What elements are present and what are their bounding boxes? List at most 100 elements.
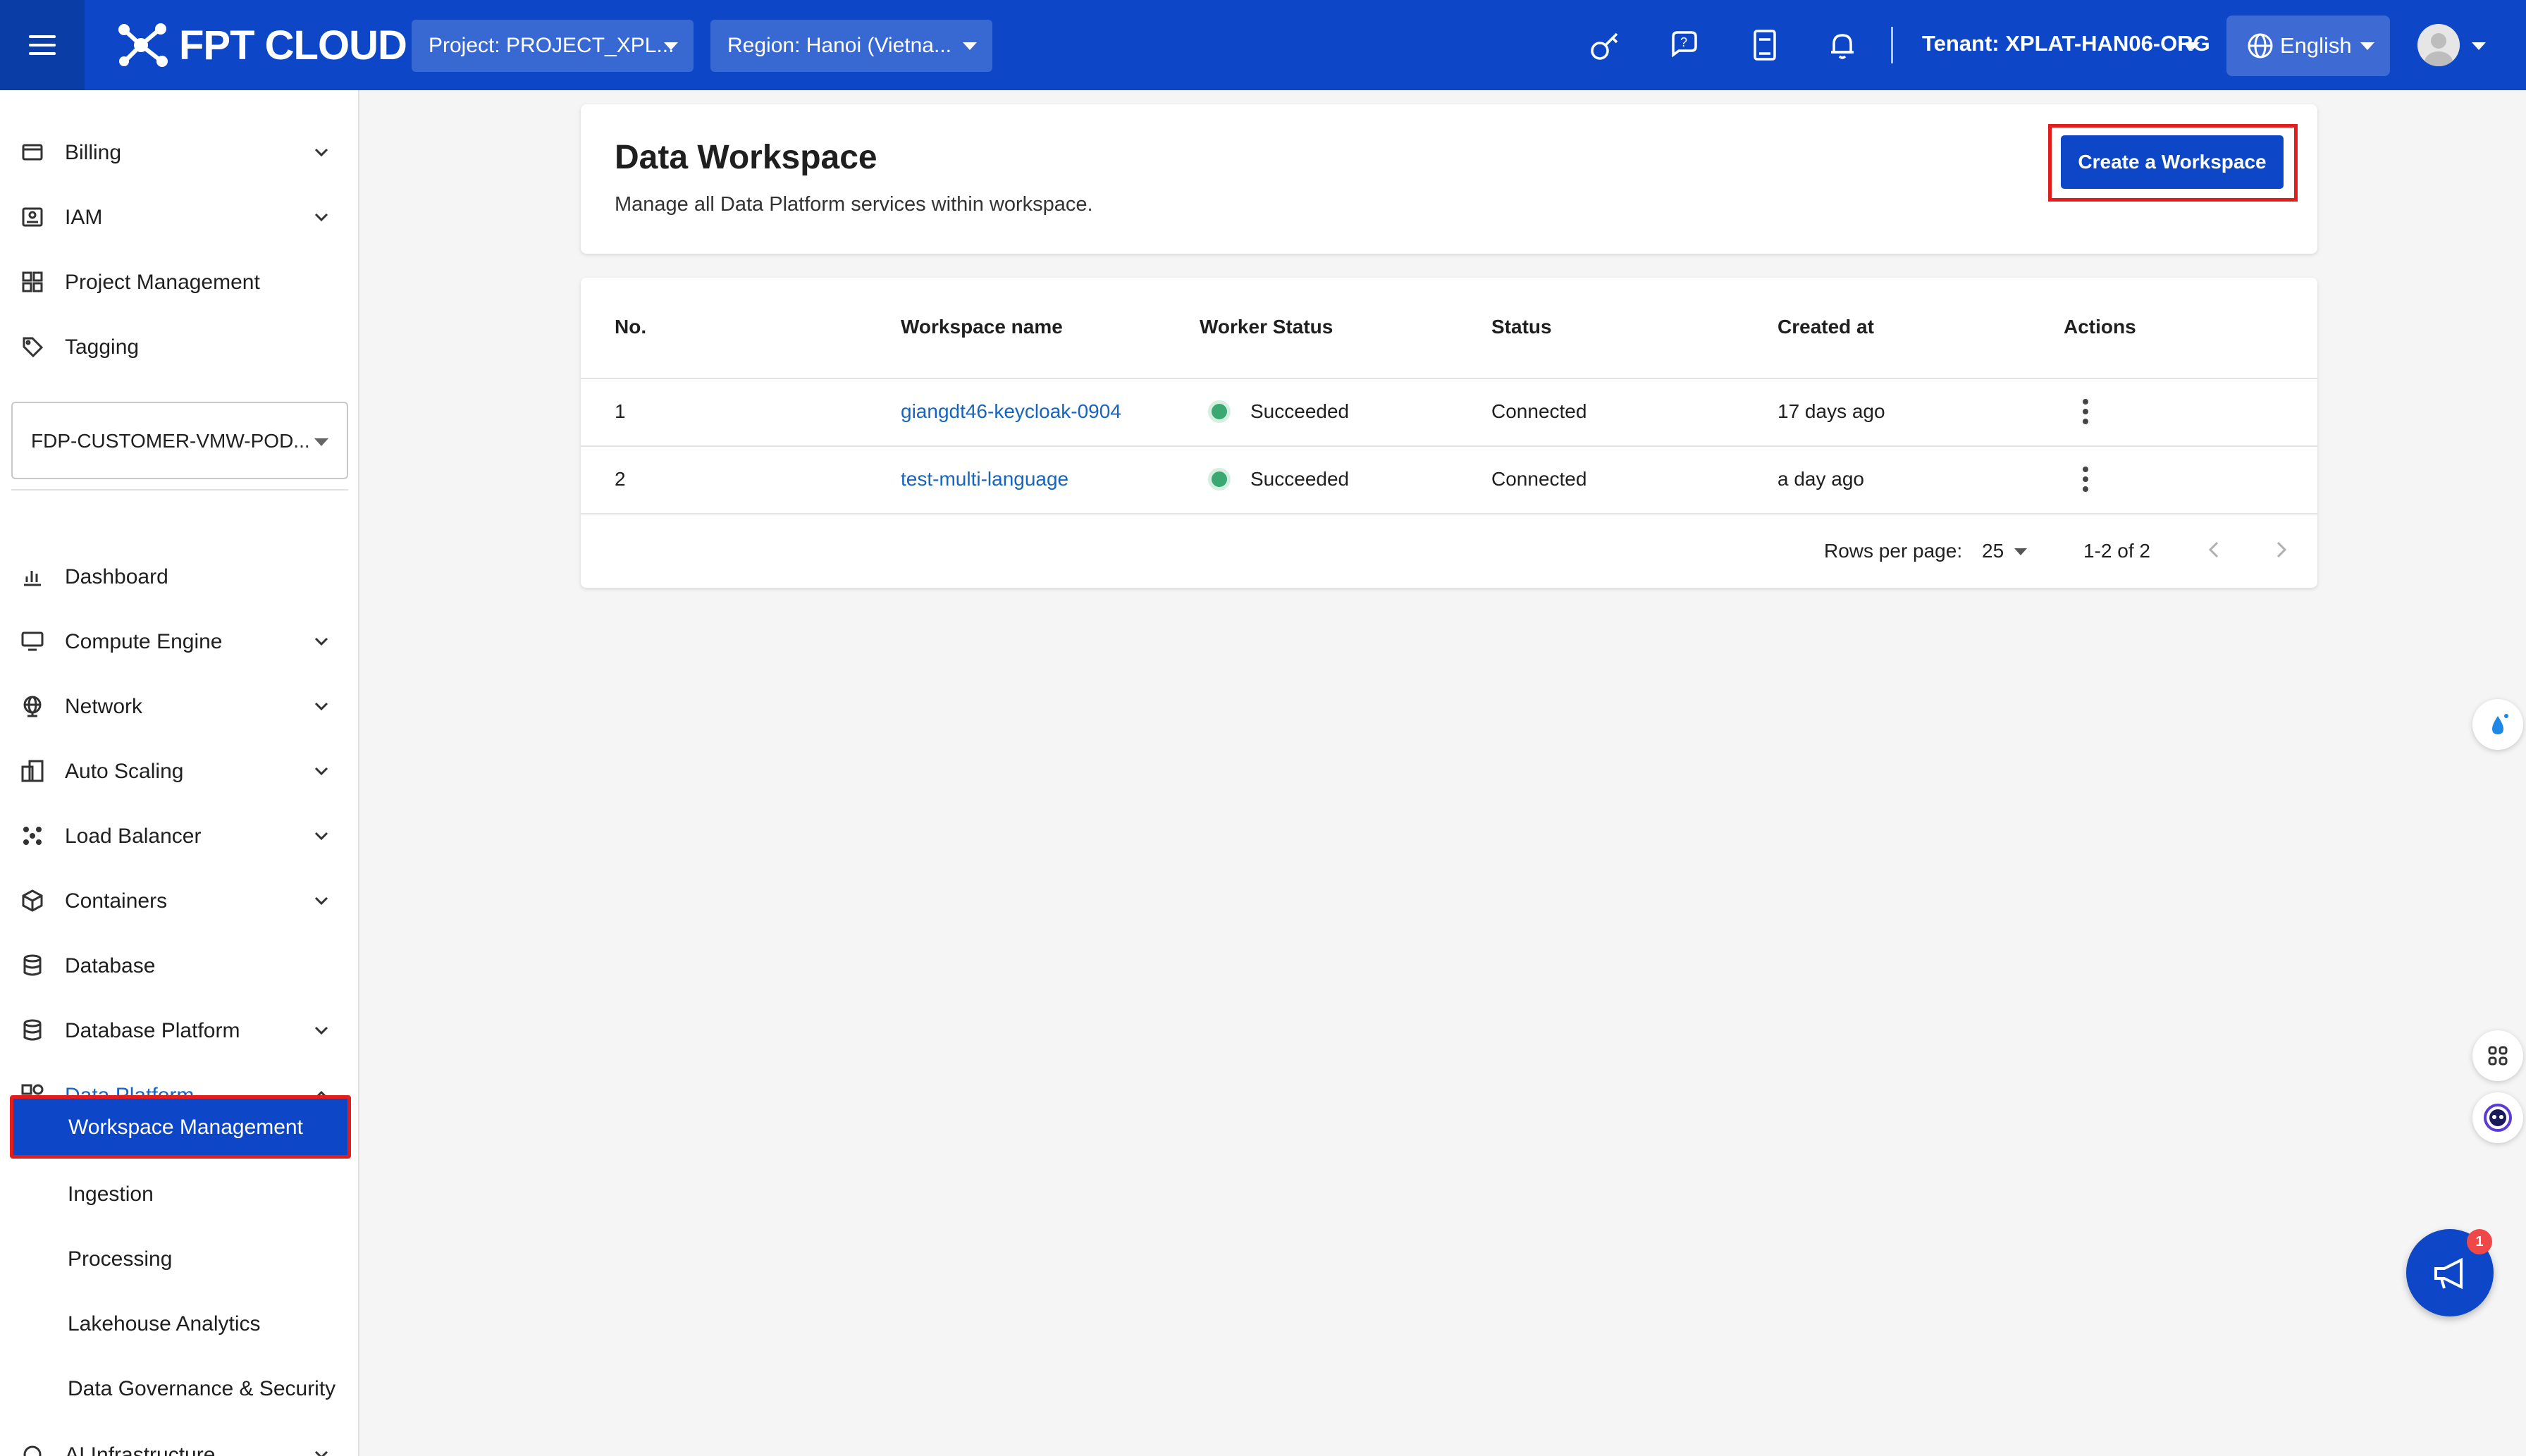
caret-down-icon[interactable] [2014,548,2027,555]
scaling-icon [21,760,44,782]
sidebar-item-label: Workspace Management [68,1116,303,1139]
iam-icon [22,207,43,227]
column-header-status: Status [1491,316,1552,338]
sidebar-item-network[interactable]: Network [0,678,358,734]
workspace-name-link[interactable]: test-multi-language [901,468,1068,491]
sidebar-item-processing[interactable]: Processing [10,1228,351,1291]
menu-button[interactable] [0,0,85,90]
sidebar-item-label: Data Governance & Security [68,1377,336,1400]
chevron-down-icon [314,767,328,776]
page-subtitle: Manage all Data Platform services within… [615,193,1093,216]
sidebar-item-tagging[interactable]: Tagging [0,319,358,375]
sidebar-item-billing[interactable]: Billing [0,124,358,180]
sidebar-item-lakehouse-analytics[interactable]: Lakehouse Analytics [10,1292,351,1356]
user-avatar[interactable] [2417,24,2460,66]
sidebar-item-data-governance-security[interactable]: Data Governance & Security [10,1357,351,1421]
chevron-down-icon [314,1026,328,1035]
sidebar-item-database-platform[interactable]: Database Platform [0,1002,358,1059]
created-at-text: 17 days ago [1778,400,1885,422]
sidebar-divider [11,489,348,491]
status-text: Connected [1491,400,1587,422]
sidebar-item-label: Project Management [65,271,260,294]
language-value: English [2280,33,2352,58]
pagination-range: 1-2 of 2 [2083,540,2150,562]
table-divider [581,445,2317,447]
notification-badge: 1 [2467,1229,2492,1254]
region-select-value: Region: Hanoi (Vietna... [727,34,951,57]
more-actions-icon[interactable] [2081,399,2090,424]
sidebar-item-label: Compute Engine [65,630,223,653]
sidebar-item-label: Tagging [65,335,140,359]
caret-down-icon [963,42,977,50]
sidebar-item-load-balancer[interactable]: Load Balancer [0,808,358,864]
apps-icon [2488,1046,2508,1066]
table-cell-no: 2 [615,468,626,490]
svg-text:?: ? [1680,35,1687,49]
sidebar-item-database[interactable]: Database [0,937,358,994]
apps-grid-button[interactable] [2472,1030,2523,1081]
create-workspace-button[interactable]: Create a Workspace [2061,135,2284,189]
tenant-selector[interactable]: Tenant: XPLAT-HAN06-ORG [1922,31,2210,56]
sidebar-item-containers[interactable]: Containers [0,872,358,929]
sidebar-item-auto-scaling[interactable]: Auto Scaling [0,743,358,799]
page-title: Data Workspace [615,139,877,176]
caret-down-icon [314,438,328,446]
sidebar-item-label: Database Platform [65,1019,240,1042]
ai-sparkle-button[interactable] [2472,699,2523,750]
project-select[interactable]: Project: PROJECT_XPL... [412,20,694,72]
document-icon[interactable] [1748,28,1782,62]
support-chat-icon[interactable]: ? [1668,28,1701,62]
sidebar-item-label: Load Balancer [65,825,202,848]
key-icon[interactable] [1589,28,1622,62]
sidebar: Billing IAM Project Management Tagging F… [0,90,359,1456]
sidebar-item-dashboard[interactable]: Dashboard [0,548,358,605]
load-balancer-icon [23,827,42,845]
sidebar-item-compute-engine[interactable]: Compute Engine [0,613,358,670]
status-text: Connected [1491,468,1587,490]
globe-icon [23,696,42,717]
caret-down-icon[interactable] [2472,42,2486,50]
box-icon [22,889,43,912]
logo-network-icon [118,23,168,67]
more-actions-icon[interactable] [2081,467,2090,492]
chart-icon [24,571,41,586]
database-icon [23,1019,42,1041]
column-header-worker-status: Worker Status [1200,316,1333,338]
table-divider [581,378,2317,379]
chevron-left-icon[interactable] [2202,536,2227,564]
column-header-created-at: Created at [1778,316,1874,338]
workspace-name-link[interactable]: giangdt46-keycloak-0904 [901,400,1121,423]
top-header: FPT CLOUD Project: PROJECT_XPL... Region… [0,0,2526,90]
sidebar-item-label: Network [65,695,143,718]
project-select-value: Project: PROJECT_XPL... [429,34,674,57]
bell-icon[interactable] [1825,28,1859,62]
chevron-down-icon [314,1450,328,1456]
tag-icon [23,337,44,358]
sidebar-item-label: IAM [65,206,103,229]
rows-per-page-label: Rows per page: [1824,540,1963,562]
column-header-no: No. [615,316,647,338]
logo-text: FPT CLOUD [179,22,407,68]
workspace-table-card [581,278,2317,588]
billing-icon [22,144,43,161]
project-dropdown[interactable]: FDP-CUSTOMER-VMW-POD... [11,402,348,479]
user-icon [2425,33,2453,66]
fpt-cloud-logo[interactable]: FPT CLOUD [116,21,407,69]
status-success-icon [1208,400,1231,423]
sidebar-item-label: AI Infrastructure [65,1443,216,1456]
sidebar-item-label: Database [65,954,156,977]
chevron-down-icon [314,896,328,906]
sidebar-item-iam[interactable]: IAM [0,189,358,245]
caret-down-icon[interactable] [2186,42,2200,50]
sidebar-item-ai-infrastructure[interactable]: AI Infrastructure [0,1426,358,1456]
sidebar-item-ingestion[interactable]: Ingestion [10,1163,351,1226]
chatbot-button[interactable] [2472,1092,2523,1143]
chevron-down-icon [314,637,328,646]
sidebar-item-label: Dashboard [65,565,168,588]
rows-per-page-select[interactable]: 25 [1982,540,2004,562]
sidebar-item-project-management[interactable]: Project Management [0,254,358,310]
language-select[interactable]: English [2226,16,2390,76]
region-select[interactable]: Region: Hanoi (Vietna... [710,20,992,72]
chevron-right-icon[interactable] [2268,536,2293,564]
sidebar-item-workspace-management[interactable]: Workspace Management [10,1095,351,1159]
